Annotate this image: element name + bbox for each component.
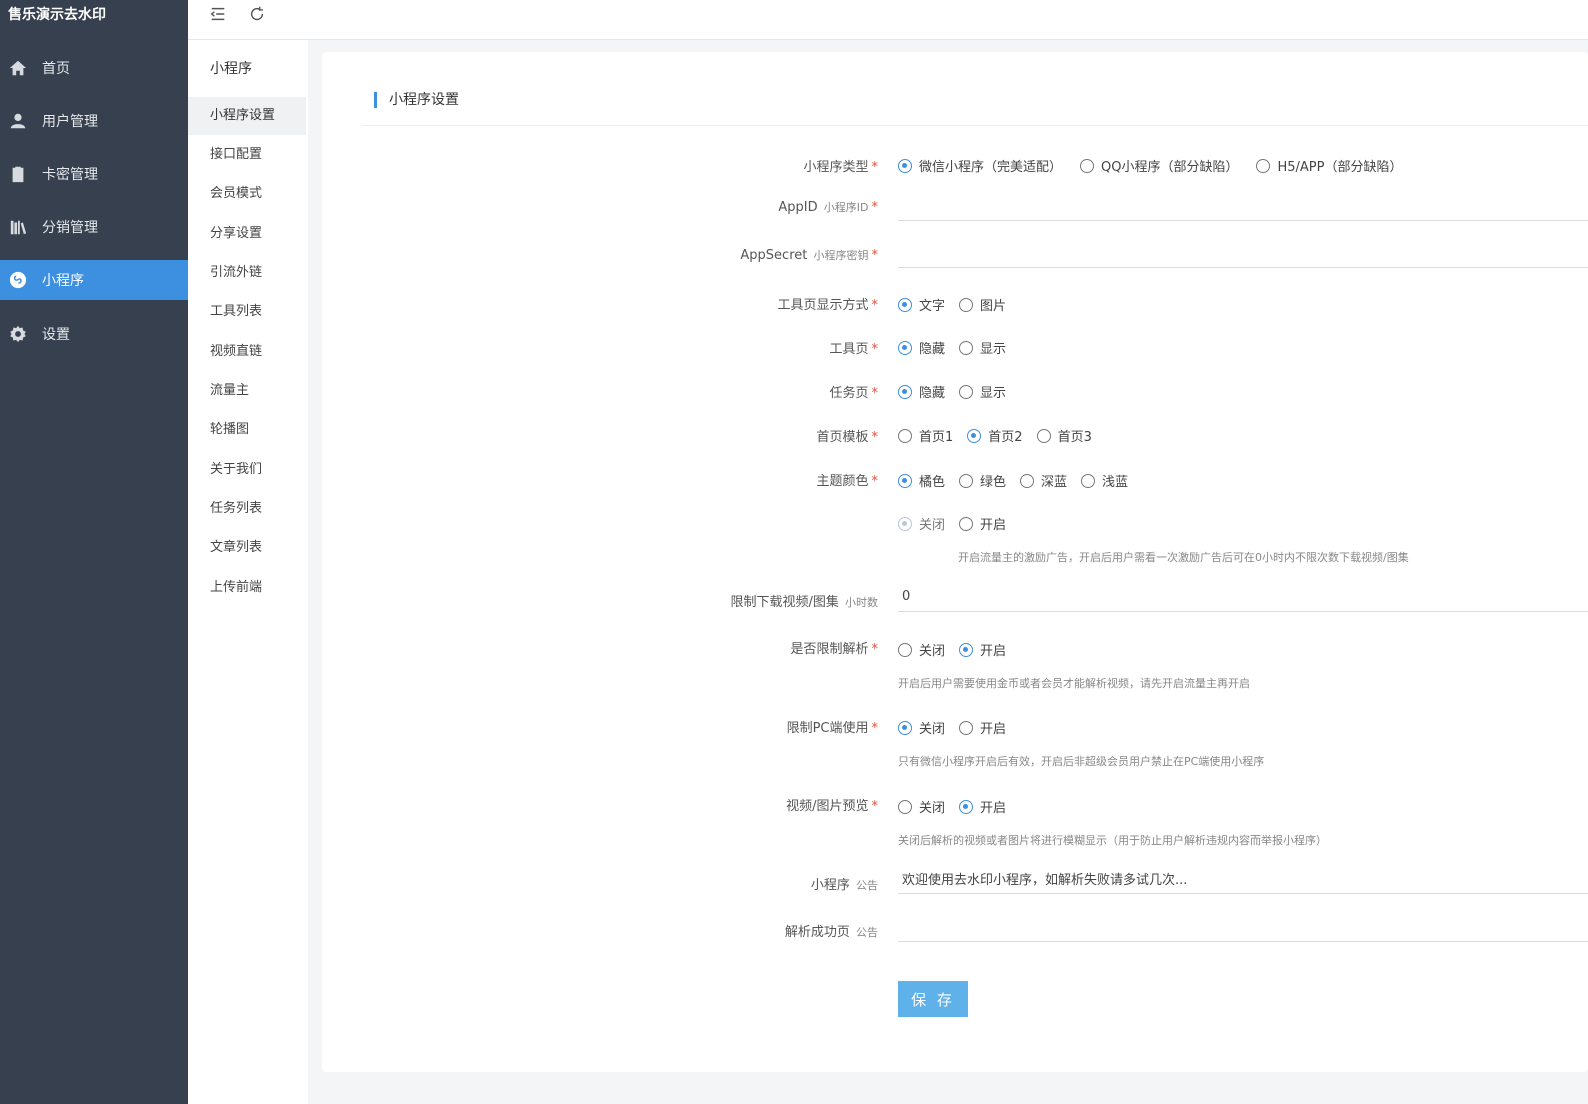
ad-toggle-group: 关闭 开启 [898, 514, 1020, 533]
radio-parse-on[interactable]: 开启 [959, 640, 1006, 659]
clipboard-icon [8, 164, 28, 184]
radio-tool-show[interactable]: 显示 [959, 338, 1006, 357]
main-sidebar: 售乐演示去水印 首页 用户管理 卡密管理 分销管理 小程序 设置 [0, 0, 188, 1104]
radio-preview-on[interactable]: 开启 [959, 797, 1006, 816]
sidebar-item-label: 首页 [42, 61, 70, 77]
submenu-item-api-config[interactable]: 接口配置 [188, 136, 306, 174]
sidebar-item-label: 用户管理 [42, 114, 98, 130]
parse-limit-hint: 开启后用户需要使用金币或者会员才能解析视频，请先开启流量主再开启 [898, 677, 1250, 690]
radio-task-show[interactable]: 显示 [959, 382, 1006, 401]
tool-display-label: 工具页显示方式 * [777, 298, 878, 313]
divider [362, 125, 1588, 126]
task-page-label: 任务页 * [829, 386, 878, 401]
home-template-group: 首页1 首页2 首页3 [898, 426, 1106, 445]
settings-card: 小程序设置 小程序类型 * 微信小程序（完美适配） QQ小程序（部分缺陷） H5/… [322, 52, 1588, 1072]
parse-limit-group: 关闭 开启 [898, 640, 1020, 659]
submenu-item-share[interactable]: 分享设置 [188, 215, 306, 253]
sidebar-item-distribution[interactable]: 分销管理 [0, 207, 188, 247]
home-icon [8, 58, 28, 78]
radio-pc-on[interactable]: 开启 [959, 718, 1006, 737]
radio-ad-on[interactable]: 开启 [959, 514, 1006, 533]
submenu-item-membership[interactable]: 会员模式 [188, 175, 306, 213]
save-button[interactable]: 保 存 [898, 981, 968, 1017]
submenu-item-video-links[interactable]: 视频直链 [188, 333, 306, 371]
download-limit-input[interactable] [898, 582, 1588, 612]
notice-label: 小程序 公告 [810, 878, 878, 893]
radio-image-mode[interactable]: 图片 [959, 295, 1006, 314]
radio-home-3[interactable]: 首页3 [1036, 426, 1092, 445]
sidebar-item-label: 卡密管理 [42, 167, 98, 183]
radio-home-1[interactable]: 首页1 [898, 426, 953, 445]
radio-qq[interactable]: QQ小程序（部分缺陷） [1080, 156, 1238, 175]
radio-wechat[interactable]: 微信小程序（完美适配） [898, 156, 1062, 175]
sidebar-item-miniprogram[interactable]: 小程序 [0, 260, 188, 300]
success-notice-label: 解析成功页 公告 [784, 925, 878, 940]
radio-home-2[interactable]: 首页2 [967, 426, 1023, 445]
pc-limit-hint: 只有微信小程序开启后有效，开启后非超级会员用户禁止在PC端使用小程序 [898, 755, 1265, 768]
sidebar-item-label: 小程序 [42, 273, 84, 289]
radio-pc-off[interactable]: 关闭 [898, 718, 945, 737]
sidebar-item-cards[interactable]: 卡密管理 [0, 154, 188, 194]
submenu-item-tool-list[interactable]: 工具列表 [188, 293, 306, 331]
sidebar-item-label: 设置 [42, 327, 70, 343]
submenu-item-upload-frontend[interactable]: 上传前端 [188, 569, 306, 607]
preview-label: 视频/图片预览 * [786, 799, 878, 814]
appsecret-input[interactable] [898, 238, 1588, 268]
submenu-item-traffic[interactable]: 流量主 [188, 372, 306, 410]
radio-theme-orange[interactable]: 橘色 [898, 471, 945, 490]
preview-group: 关闭 开启 [898, 797, 1020, 816]
pc-limit-label: 限制PC端使用 * [786, 721, 878, 736]
gear-icon [8, 324, 28, 344]
appid-label: AppID 小程序ID * [778, 200, 878, 215]
sub-menu: 小程序 小程序设置 接口配置 会员模式 分享设置 引流外链 工具列表 视频直链 … [188, 40, 308, 1104]
ad-toggle-hint: 开启流量主的激励广告，开启后用户需看一次激励广告后可在0小时内不限次数下载视频/… [958, 551, 1409, 564]
radio-tool-hide[interactable]: 隐藏 [898, 338, 945, 357]
radio-preview-off[interactable]: 关闭 [898, 797, 945, 816]
tool-display-group: 文字 图片 [898, 295, 1020, 314]
parse-limit-label: 是否限制解析 * [790, 642, 878, 657]
pc-limit-group: 关闭 开启 [898, 718, 1020, 737]
submenu-item-carousel[interactable]: 轮播图 [188, 411, 306, 449]
submenu-item-miniapp-settings[interactable]: 小程序设置 [188, 97, 306, 135]
download-limit-label: 限制下载视频/图集 小时数 [730, 595, 878, 610]
success-notice-input[interactable] [898, 912, 1588, 942]
theme-color-label: 主题颜色 * [816, 474, 878, 489]
tool-page-label: 工具页 * [829, 342, 878, 357]
radio-parse-off[interactable]: 关闭 [898, 640, 945, 659]
sidebar-item-label: 分销管理 [42, 220, 98, 236]
task-page-group: 隐藏 显示 [898, 382, 1020, 401]
top-bar [188, 0, 1588, 40]
submenu-title: 小程序 [210, 61, 252, 77]
submenu-item-tasks[interactable]: 任务列表 [188, 490, 306, 528]
miniapp-type-group: 微信小程序（完美适配） QQ小程序（部分缺陷） H5/APP（部分缺陷） [898, 156, 1416, 175]
card-title: 小程序设置 [374, 92, 459, 108]
radio-task-hide[interactable]: 隐藏 [898, 382, 945, 401]
theme-color-group: 橘色 绿色 深蓝 浅蓝 [898, 471, 1142, 490]
books-icon [8, 217, 28, 237]
menu-fold-icon[interactable] [206, 2, 230, 26]
miniapp-type-label: 小程序类型 * [803, 160, 878, 175]
radio-ad-off[interactable]: 关闭 [898, 514, 945, 533]
refresh-icon[interactable] [245, 2, 269, 26]
submenu-item-articles[interactable]: 文章列表 [188, 529, 306, 567]
sidebar-item-settings[interactable]: 设置 [0, 314, 188, 354]
brand-title: 售乐演示去水印 [8, 7, 106, 23]
radio-h5-app[interactable]: H5/APP（部分缺陷） [1256, 156, 1402, 175]
preview-hint: 关闭后解析的视频或者图片将进行模糊显示（用于防止用户解析违规内容而举报小程序） [898, 834, 1327, 847]
appsecret-label: AppSecret 小程序密钥 * [740, 248, 878, 263]
tool-page-group: 隐藏 显示 [898, 338, 1020, 357]
mini-program-icon [8, 270, 28, 290]
submenu-item-about[interactable]: 关于我们 [188, 451, 306, 489]
home-template-label: 首页模板 * [816, 430, 878, 445]
radio-theme-dark-blue[interactable]: 深蓝 [1020, 471, 1067, 490]
radio-theme-light-blue[interactable]: 浅蓝 [1081, 471, 1128, 490]
submenu-item-external-links[interactable]: 引流外链 [188, 254, 306, 292]
radio-text-mode[interactable]: 文字 [898, 295, 945, 314]
sidebar-item-users[interactable]: 用户管理 [0, 101, 188, 141]
radio-theme-green[interactable]: 绿色 [959, 471, 1006, 490]
sidebar-item-home[interactable]: 首页 [0, 48, 188, 88]
user-icon [8, 111, 28, 131]
notice-input[interactable] [898, 864, 1588, 894]
appid-input[interactable] [898, 191, 1588, 221]
